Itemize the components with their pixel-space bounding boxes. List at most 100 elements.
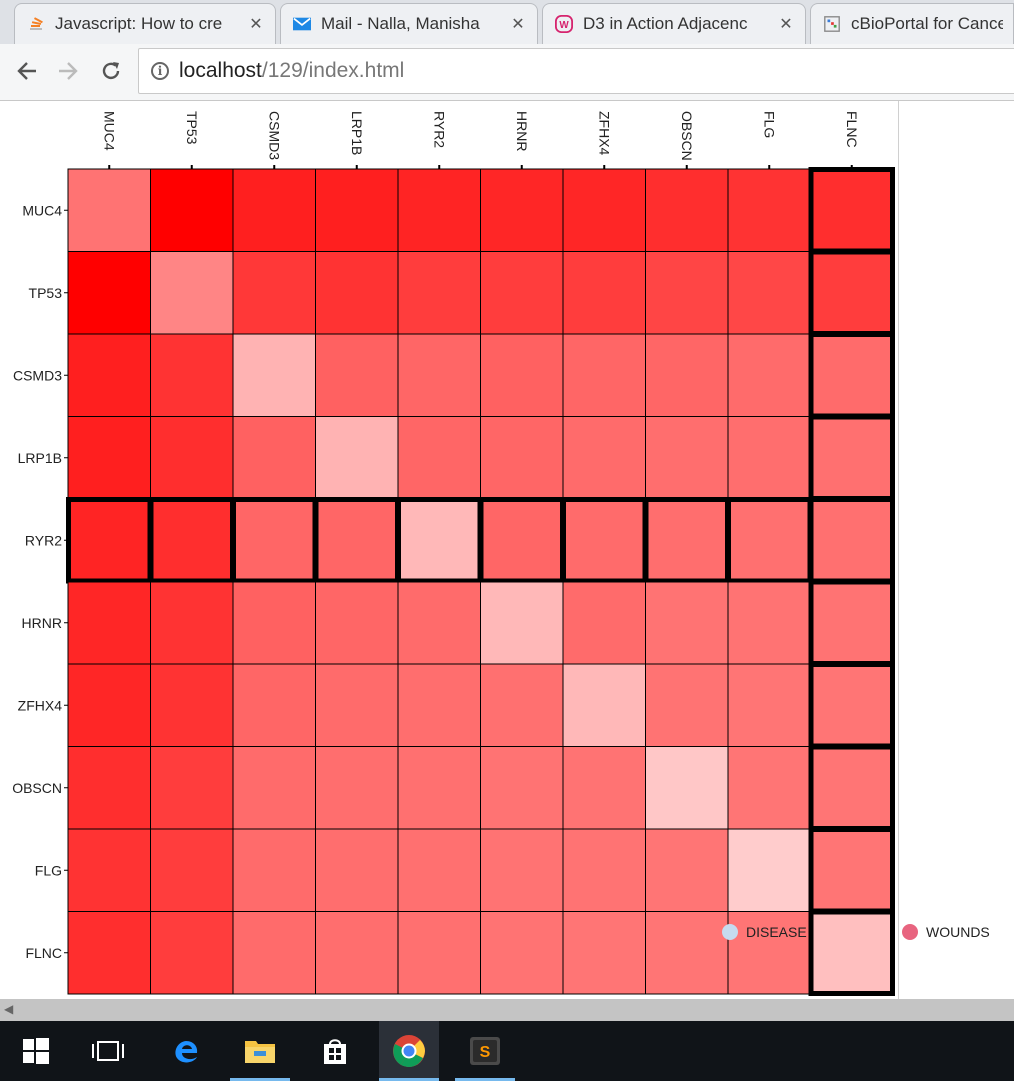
matrix-cell[interactable] (150, 746, 234, 830)
matrix-cell[interactable] (313, 497, 400, 584)
store-icon[interactable] (305, 1021, 365, 1081)
matrix-cell[interactable] (315, 251, 399, 335)
matrix-cell[interactable] (150, 663, 234, 747)
matrix-cell[interactable] (232, 333, 316, 417)
matrix-cell[interactable] (232, 251, 316, 335)
matrix-cell[interactable] (67, 828, 151, 912)
chrome-icon[interactable] (379, 1021, 439, 1081)
tab-close-icon[interactable]: ✕ (247, 14, 265, 34)
matrix-cell[interactable] (397, 828, 481, 912)
matrix-cell[interactable] (727, 746, 811, 830)
matrix-cell[interactable] (480, 828, 564, 912)
matrix-cell[interactable] (645, 168, 729, 252)
matrix-cell[interactable] (562, 911, 646, 995)
matrix-cell[interactable] (315, 168, 399, 252)
matrix-cell[interactable] (396, 497, 483, 584)
matrix-cell[interactable] (645, 663, 729, 747)
matrix-cell[interactable] (150, 581, 234, 665)
matrix-cell[interactable] (480, 911, 564, 995)
matrix-cell[interactable] (150, 251, 234, 335)
matrix-cell[interactable] (808, 662, 895, 749)
tab-close-icon[interactable]: ✕ (777, 14, 795, 34)
matrix-cell[interactable] (397, 581, 481, 665)
matrix-cell[interactable] (562, 828, 646, 912)
matrix-cell[interactable] (561, 497, 648, 584)
tab-javascript[interactable]: Javascript: How to cre ✕ (14, 3, 276, 44)
horizontal-scrollbar[interactable]: ◀ (0, 999, 1014, 1021)
matrix-cell[interactable] (808, 497, 895, 584)
matrix-cell[interactable] (150, 416, 234, 500)
matrix-cell[interactable] (397, 663, 481, 747)
matrix-cell[interactable] (150, 911, 234, 995)
matrix-cell[interactable] (232, 168, 316, 252)
matrix-cell[interactable] (808, 744, 895, 831)
matrix-cell[interactable] (727, 581, 811, 665)
matrix-cell[interactable] (148, 497, 235, 584)
matrix-cell[interactable] (480, 746, 564, 830)
matrix-cell[interactable] (562, 581, 646, 665)
info-icon[interactable]: i (151, 62, 169, 80)
task-view-icon[interactable] (78, 1021, 138, 1081)
matrix-cell[interactable] (562, 663, 646, 747)
matrix-cell[interactable] (315, 416, 399, 500)
edge-browser-icon[interactable] (156, 1021, 216, 1081)
matrix-cell[interactable] (315, 746, 399, 830)
matrix-cell[interactable] (231, 497, 318, 584)
matrix-cell[interactable] (67, 333, 151, 417)
matrix-cell[interactable] (562, 746, 646, 830)
matrix-cell[interactable] (232, 416, 316, 500)
matrix-cell[interactable] (315, 828, 399, 912)
matrix-cell[interactable] (315, 911, 399, 995)
matrix-cell[interactable] (808, 414, 895, 501)
reload-icon[interactable] (96, 56, 126, 86)
matrix-cell[interactable] (645, 581, 729, 665)
matrix-cell[interactable] (562, 168, 646, 252)
matrix-cell[interactable] (645, 911, 729, 995)
matrix-cell[interactable] (808, 827, 895, 914)
matrix-cell[interactable] (397, 746, 481, 830)
matrix-cell[interactable] (480, 251, 564, 335)
matrix-cell[interactable] (397, 168, 481, 252)
matrix-cell[interactable] (727, 416, 811, 500)
matrix-cell[interactable] (397, 333, 481, 417)
matrix-cell[interactable] (67, 911, 151, 995)
matrix-cell[interactable] (232, 828, 316, 912)
matrix-cell[interactable] (645, 251, 729, 335)
matrix-cell[interactable] (67, 251, 151, 335)
matrix-cell[interactable] (808, 909, 895, 996)
matrix-cell[interactable] (645, 333, 729, 417)
file-explorer-icon[interactable] (230, 1021, 290, 1081)
matrix-cell[interactable] (150, 828, 234, 912)
back-arrow-icon[interactable] (12, 56, 42, 86)
matrix-cell[interactable] (645, 746, 729, 830)
matrix-cell[interactable] (232, 581, 316, 665)
matrix-cell[interactable] (808, 579, 895, 666)
matrix-cell[interactable] (67, 663, 151, 747)
matrix-cell[interactable] (315, 581, 399, 665)
matrix-cell[interactable] (727, 663, 811, 747)
matrix-cell[interactable] (397, 416, 481, 500)
matrix-cell[interactable] (66, 497, 153, 584)
matrix-cell[interactable] (808, 249, 895, 336)
matrix-cell[interactable] (562, 416, 646, 500)
address-bar[interactable]: i localhost/129/index.html (138, 48, 1014, 94)
windows-start-icon[interactable] (6, 1021, 66, 1081)
matrix-cell[interactable] (643, 497, 730, 584)
matrix-cell[interactable] (67, 581, 151, 665)
matrix-cell[interactable] (232, 663, 316, 747)
scroll-left-icon[interactable]: ◀ (4, 1002, 13, 1016)
matrix-cell[interactable] (727, 333, 811, 417)
matrix-cell[interactable] (645, 416, 729, 500)
matrix-cell[interactable] (808, 167, 895, 254)
matrix-cell[interactable] (480, 333, 564, 417)
matrix-cell[interactable] (808, 332, 895, 419)
tab-close-icon[interactable]: ✕ (509, 14, 527, 34)
matrix-cell[interactable] (727, 828, 811, 912)
matrix-cell[interactable] (67, 416, 151, 500)
matrix-cell[interactable] (727, 168, 811, 252)
matrix-cell[interactable] (727, 251, 811, 335)
matrix-cell[interactable] (67, 746, 151, 830)
tab-d3-in-action[interactable]: W D3 in Action Adjacenc ✕ (542, 3, 806, 44)
tab-mail[interactable]: Mail - Nalla, Manisha ✕ (280, 3, 538, 44)
matrix-cell[interactable] (480, 416, 564, 500)
